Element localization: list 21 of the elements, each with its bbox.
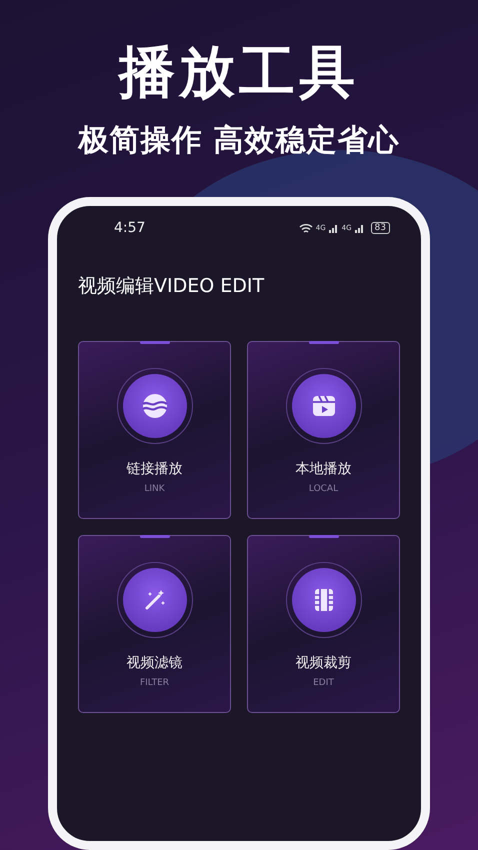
tool-card[interactable]: 本地播放 LOCAL <box>247 341 400 519</box>
tool-title: 视频滤镜 <box>126 654 182 672</box>
headline: 播放工具 <box>118 40 359 106</box>
tool-title: 本地播放 <box>296 460 352 478</box>
tool-title: 链接播放 <box>126 460 182 478</box>
tool-subtitle: FILTER <box>140 678 170 688</box>
tool-subtitle: EDIT <box>313 678 334 688</box>
tool-title: 视频裁剪 <box>296 654 352 672</box>
wifi-icon <box>298 222 313 234</box>
tool-subtitle: LINK <box>144 484 165 494</box>
page-title: 视频编辑VIDEO EDIT <box>78 274 266 299</box>
signal-icon <box>328 223 339 233</box>
tool-subtitle: LOCAL <box>308 484 338 494</box>
signal-icon <box>354 223 365 233</box>
status-time: 4:57 <box>114 220 146 236</box>
tool-card[interactable]: 视频裁剪 EDIT <box>247 535 400 713</box>
battery-indicator: 83 <box>370 222 390 234</box>
tool-card[interactable]: 视频滤镜 FILTER <box>78 535 231 713</box>
subheadline: 极简操作 高效稳定省心 <box>78 122 400 160</box>
sphere-icon <box>140 391 170 421</box>
tool-card[interactable]: 链接播放 LINK <box>78 341 231 519</box>
